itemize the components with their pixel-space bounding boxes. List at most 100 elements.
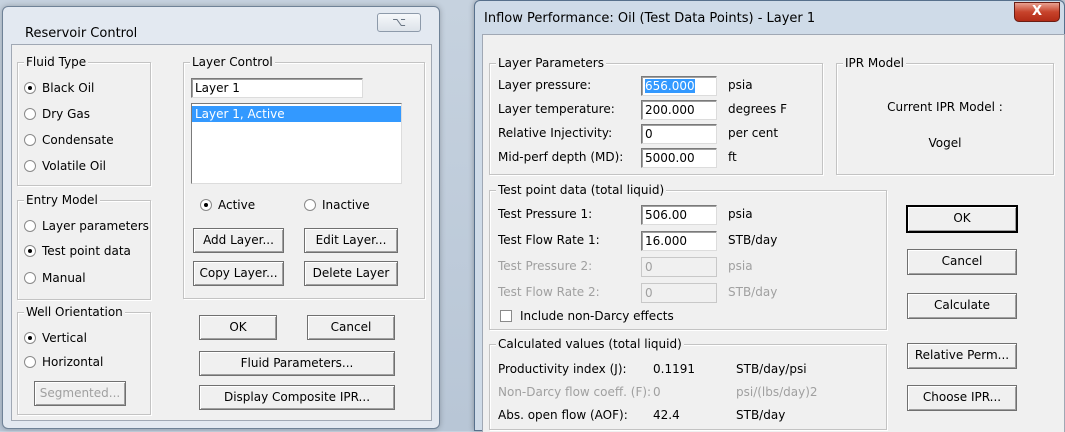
group-label: Calculated values (total liquid) [496,337,684,351]
group-label: Well Orientation [24,305,125,319]
layer-pressure-unit: psia [728,78,753,92]
radio-indicator [24,160,36,172]
layer-control-group: Layer Control Layer 1 Layer 1, Active Ac… [183,55,425,299]
segmented-button[interactable]: Segmented... [34,381,126,406]
radio-dry-gas[interactable]: Dry Gas [24,107,90,121]
radio-label: Dry Gas [42,107,90,121]
test-flow-rate-2-unit: STB/day [728,285,778,299]
radio-test-point-data[interactable]: Test point data [24,244,131,258]
aof-label: Abs. open flow (AOF): [498,408,628,422]
group-label: Fluid Type [24,55,89,69]
inflow-performance-window: Inflow Performance: Oil (Test Data Point… [474,0,1065,432]
relative-perm-button[interactable]: Relative Perm... [907,343,1017,369]
radio-condensate[interactable]: Condensate [24,133,114,147]
radio-vertical[interactable]: Vertical [24,331,87,345]
fluid-parameters-button[interactable]: Fluid Parameters... [199,351,395,376]
radio-label: Volatile Oil [42,159,106,173]
non-darcy-coeff-label: Non-Darcy flow coeff. (F): [498,385,652,399]
relative-injectivity-input[interactable]: 0 [641,124,717,144]
calculate-button[interactable]: Calculate [907,293,1017,319]
list-item-layer-1[interactable]: Layer 1, Active [192,106,401,122]
add-layer-button[interactable]: Add Layer... [193,228,284,253]
layer-temperature-label: Layer temperature: [498,102,615,116]
layer-name-input[interactable]: Layer 1 [191,78,363,98]
entry-model-group: Entry Model Layer parameters Test point … [17,193,151,300]
group-label: IPR Model [843,56,906,70]
calculated-values-group: Calculated values (total liquid) Product… [489,337,887,430]
display-composite-ipr-button[interactable]: Display Composite IPR... [199,385,395,410]
radio-label: Condensate [42,133,114,147]
mid-perf-depth-input[interactable]: 5000.00 [641,148,717,168]
checkbox-box [500,310,512,322]
mid-perf-depth-label: Mid-perf depth (MD): [498,150,624,164]
close-button[interactable]: X [1014,2,1060,22]
test-flow-rate-1-input[interactable]: 16.000 [641,231,717,251]
current-ipr-model-value: Vogel [928,136,962,150]
radio-label: Black Oil [42,81,95,95]
radio-label: Inactive [322,198,370,212]
test-flow-rate-2-input[interactable]: 0 [641,283,717,303]
choose-ipr-button[interactable]: Choose IPR... [907,385,1017,411]
radio-indicator [24,220,36,232]
group-label: Entry Model [24,193,100,207]
radio-inactive[interactable]: Inactive [304,198,370,212]
layer-temperature-unit: degrees F [728,102,788,116]
layer-pressure-label: Layer pressure: [498,78,592,92]
close-button[interactable]: ⌥ [377,13,421,32]
radio-label: Manual [42,271,86,285]
radio-layer-parameters[interactable]: Layer parameters [24,219,149,233]
layer-pressure-input[interactable]: 656.000 [641,76,717,96]
radio-indicator [200,199,212,211]
close-icon: ⌥ [392,15,406,29]
dialog-client-area: Layer Parameters Layer pressure: 656.000… [482,34,1065,432]
non-darcy-coeff-unit: psi/(lbs/day)2 [736,385,818,399]
non-darcy-coeff-value: 0 [653,385,661,399]
selected-value: 656.000 [645,79,695,93]
mid-perf-depth-unit: ft [728,150,737,164]
test-flow-rate-1-label: Test Flow Rate 1: [498,233,600,247]
checkbox-label: Include non-Darcy effects [520,309,674,323]
cancel-button[interactable]: Cancel [907,249,1017,275]
radio-active[interactable]: Active [200,198,255,212]
relative-injectivity-label: Relative Injectivity: [498,126,613,140]
delete-layer-button[interactable]: Delete Layer [304,261,398,286]
well-orientation-group: Well Orientation Vertical Horizontal Seg… [17,305,151,415]
radio-indicator [24,134,36,146]
layer-parameters-group: Layer Parameters Layer pressure: 656.000… [489,56,823,175]
radio-label: Active [218,198,256,212]
ok-button[interactable]: OK [199,315,277,340]
layer-temperature-input[interactable]: 200.000 [641,100,717,120]
aof-unit: STB/day [736,408,786,422]
test-pressure-1-input[interactable]: 506.00 [641,205,717,225]
test-pressure-1-unit: psia [728,207,753,221]
radio-label: Horizontal [42,355,104,369]
cancel-button[interactable]: Cancel [307,315,395,340]
radio-label: Layer parameters [42,219,149,233]
radio-indicator [24,82,36,94]
close-icon: X [1031,4,1043,19]
group-label: Layer Parameters [496,56,606,70]
radio-manual[interactable]: Manual [24,271,86,285]
edit-layer-button[interactable]: Edit Layer... [304,228,398,253]
productivity-index-label: Productivity index (J): [498,362,627,376]
test-flow-rate-1-unit: STB/day [728,233,778,247]
layer-listbox[interactable]: Layer 1, Active [191,103,402,184]
window-title: Inflow Performance: Oil (Test Data Point… [484,11,816,26]
test-pressure-2-input[interactable]: 0 [641,257,717,277]
productivity-index-value: 0.1191 [653,362,695,376]
aof-value: 42.4 [653,408,680,422]
radio-black-oil[interactable]: Black Oil [24,81,94,95]
group-label: Test point data (total liquid) [496,183,667,197]
relative-injectivity-unit: per cent [728,126,779,140]
radio-indicator [304,199,316,211]
radio-indicator [24,108,36,120]
reservoir-control-window: Reservoir Control ⌥ Fluid Type Black Oil… [2,6,440,429]
radio-indicator [24,332,36,344]
ok-button[interactable]: OK [907,206,1017,232]
current-ipr-model-label: Current IPR Model : [887,100,1003,114]
non-darcy-checkbox[interactable]: Include non-Darcy effects [500,309,674,323]
radio-horizontal[interactable]: Horizontal [24,355,103,369]
radio-volatile-oil[interactable]: Volatile Oil [24,159,106,173]
radio-indicator [24,245,36,257]
copy-layer-button[interactable]: Copy Layer... [193,261,284,286]
